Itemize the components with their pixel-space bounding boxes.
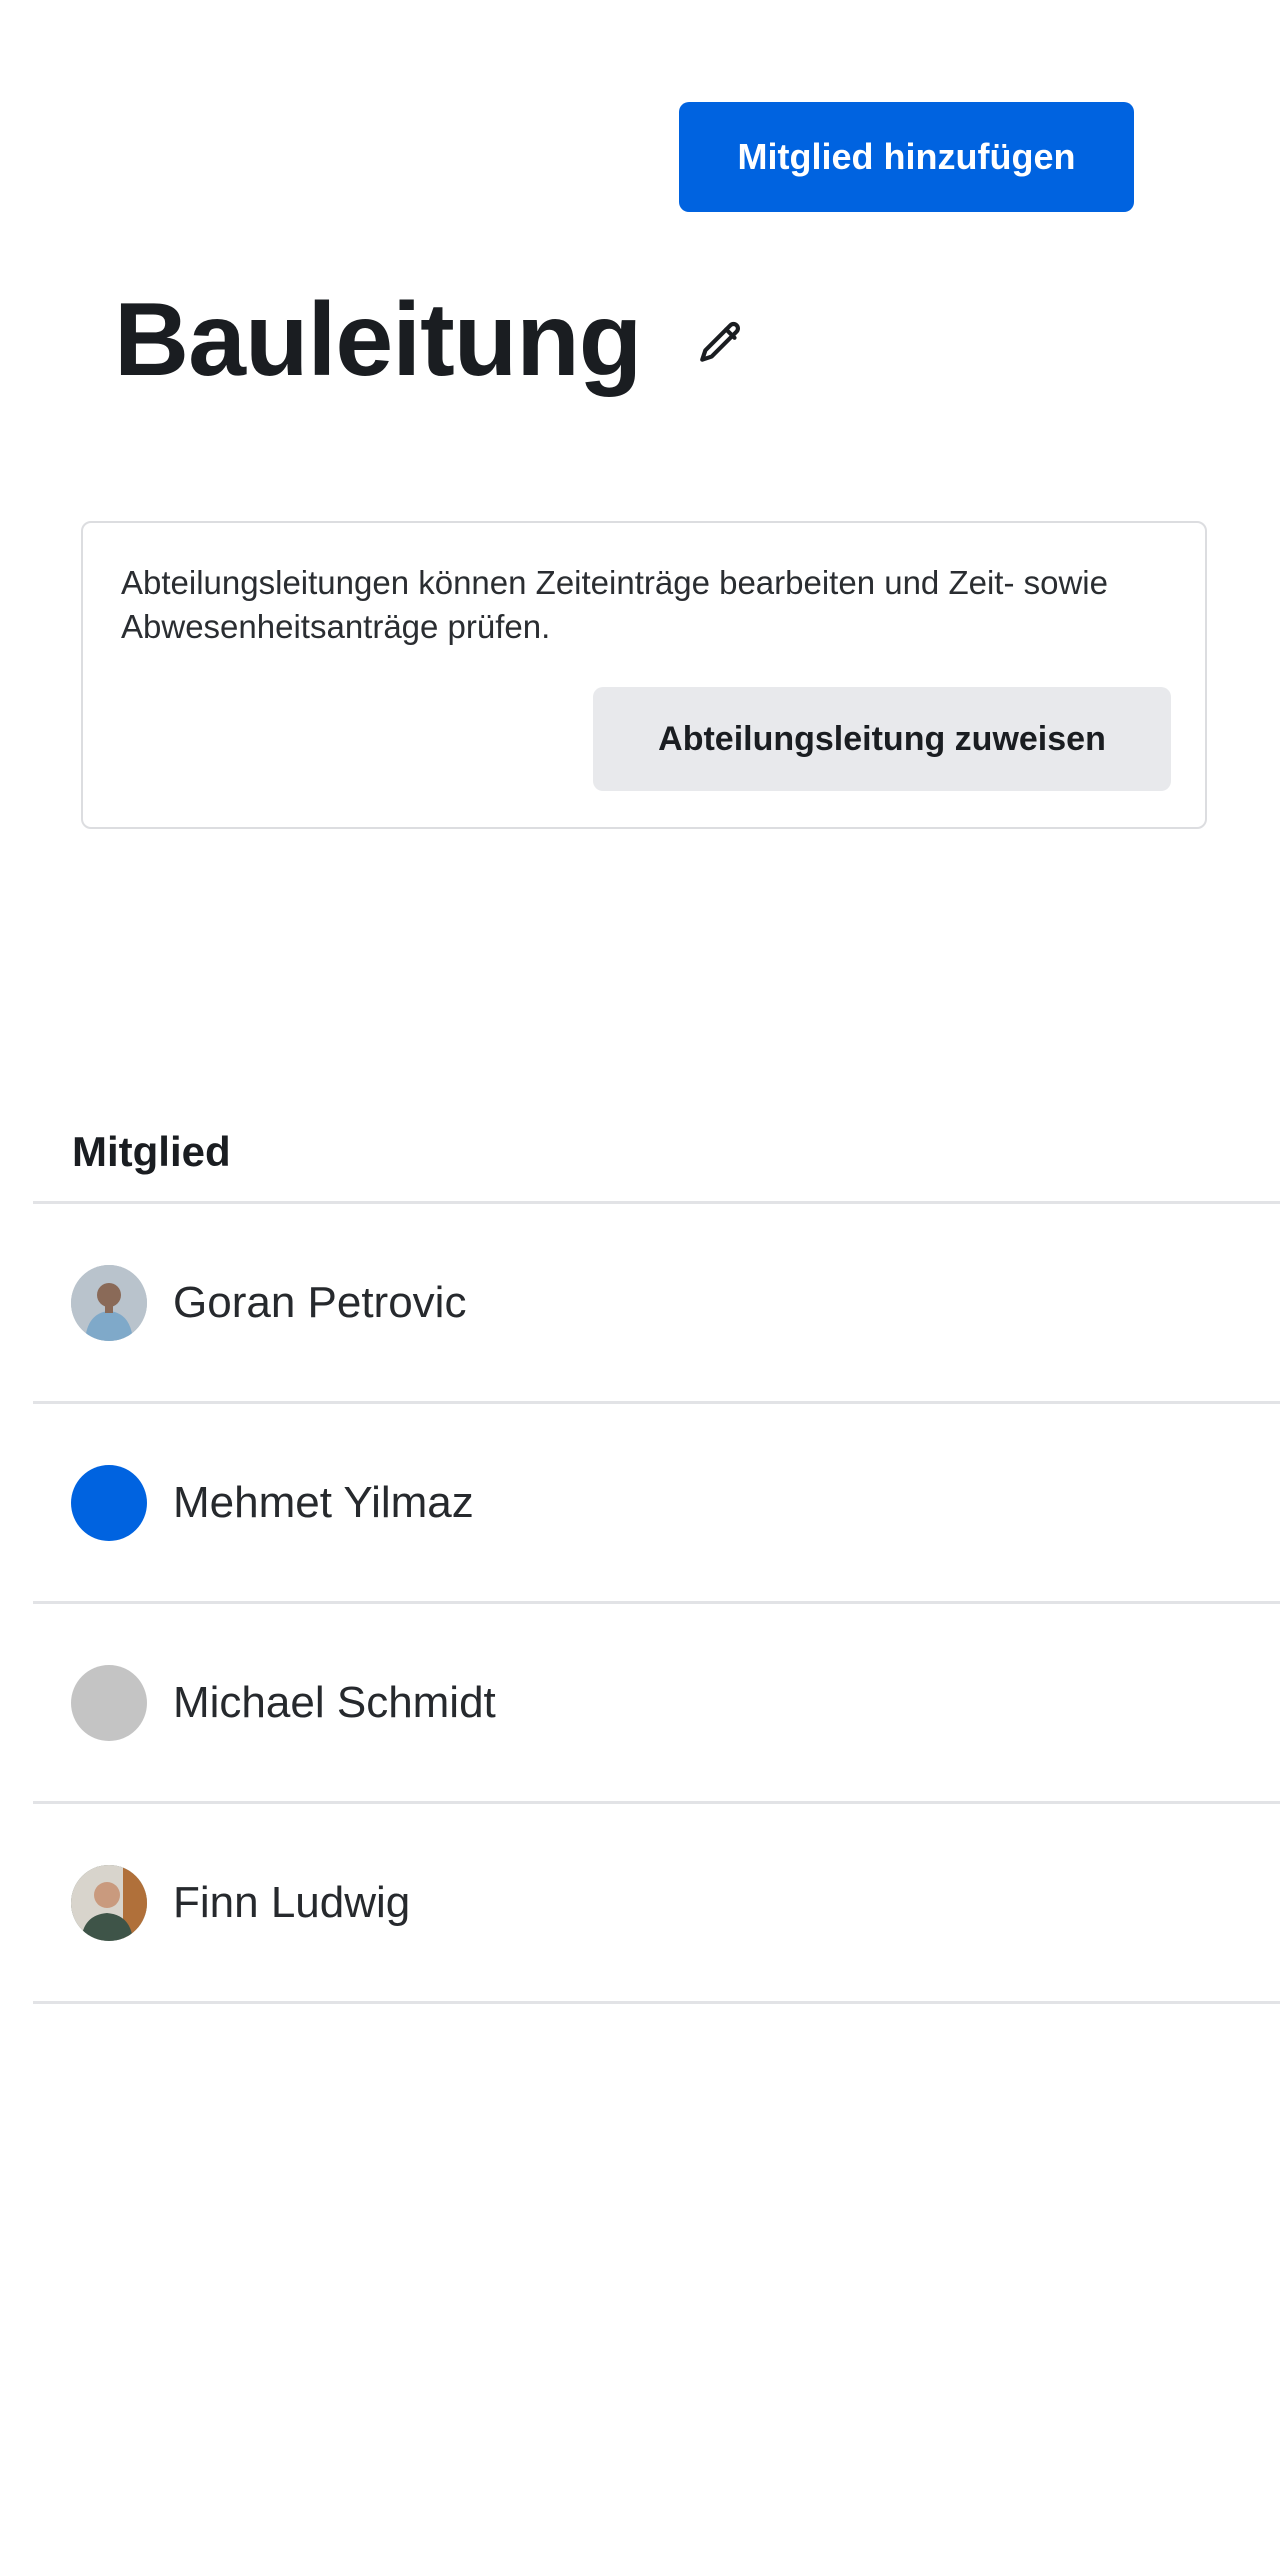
- table-row[interactable]: Michael Schmidt: [33, 1604, 1280, 1804]
- column-header-member[interactable]: Mitglied: [72, 1128, 231, 1176]
- avatar: [71, 1264, 147, 1341]
- avatar: [71, 1864, 147, 1941]
- page: Mitglied hinzufügen Bauleitung Abteilung…: [0, 0, 1280, 2560]
- member-table: Mitglied Goran Petrovic Mehmet Yilmaz Mi…: [33, 1096, 1280, 2004]
- avatar-photo-icon: [71, 1264, 147, 1341]
- page-title: Bauleitung: [114, 282, 642, 398]
- avatar-photo-icon: [71, 1864, 147, 1941]
- info-text: Abteilungsleitungen können Zeiteinträge …: [121, 564, 1108, 645]
- member-name: Mehmet Yilmaz: [173, 1477, 474, 1527]
- member-name: Finn Ludwig: [173, 1877, 411, 1927]
- title-row: Bauleitung: [114, 270, 753, 410]
- avatar: [71, 1664, 147, 1741]
- table-row[interactable]: Goran Petrovic: [33, 1204, 1280, 1404]
- assign-lead-button[interactable]: Abteilungsleitung zuweisen: [593, 687, 1171, 791]
- table-row[interactable]: Mehmet Yilmaz: [33, 1404, 1280, 1604]
- member-name: Michael Schmidt: [173, 1677, 496, 1727]
- info-card: Abteilungsleitungen können Zeiteinträge …: [81, 521, 1207, 829]
- table-header: Mitglied: [33, 1096, 1280, 1204]
- edit-title-button[interactable]: [689, 311, 753, 375]
- avatar: [71, 1464, 147, 1541]
- member-name: Goran Petrovic: [173, 1277, 467, 1327]
- pencil-icon: [700, 321, 741, 362]
- add-member-button[interactable]: Mitglied hinzufügen: [679, 102, 1134, 212]
- table-row[interactable]: Finn Ludwig: [33, 1804, 1280, 2004]
